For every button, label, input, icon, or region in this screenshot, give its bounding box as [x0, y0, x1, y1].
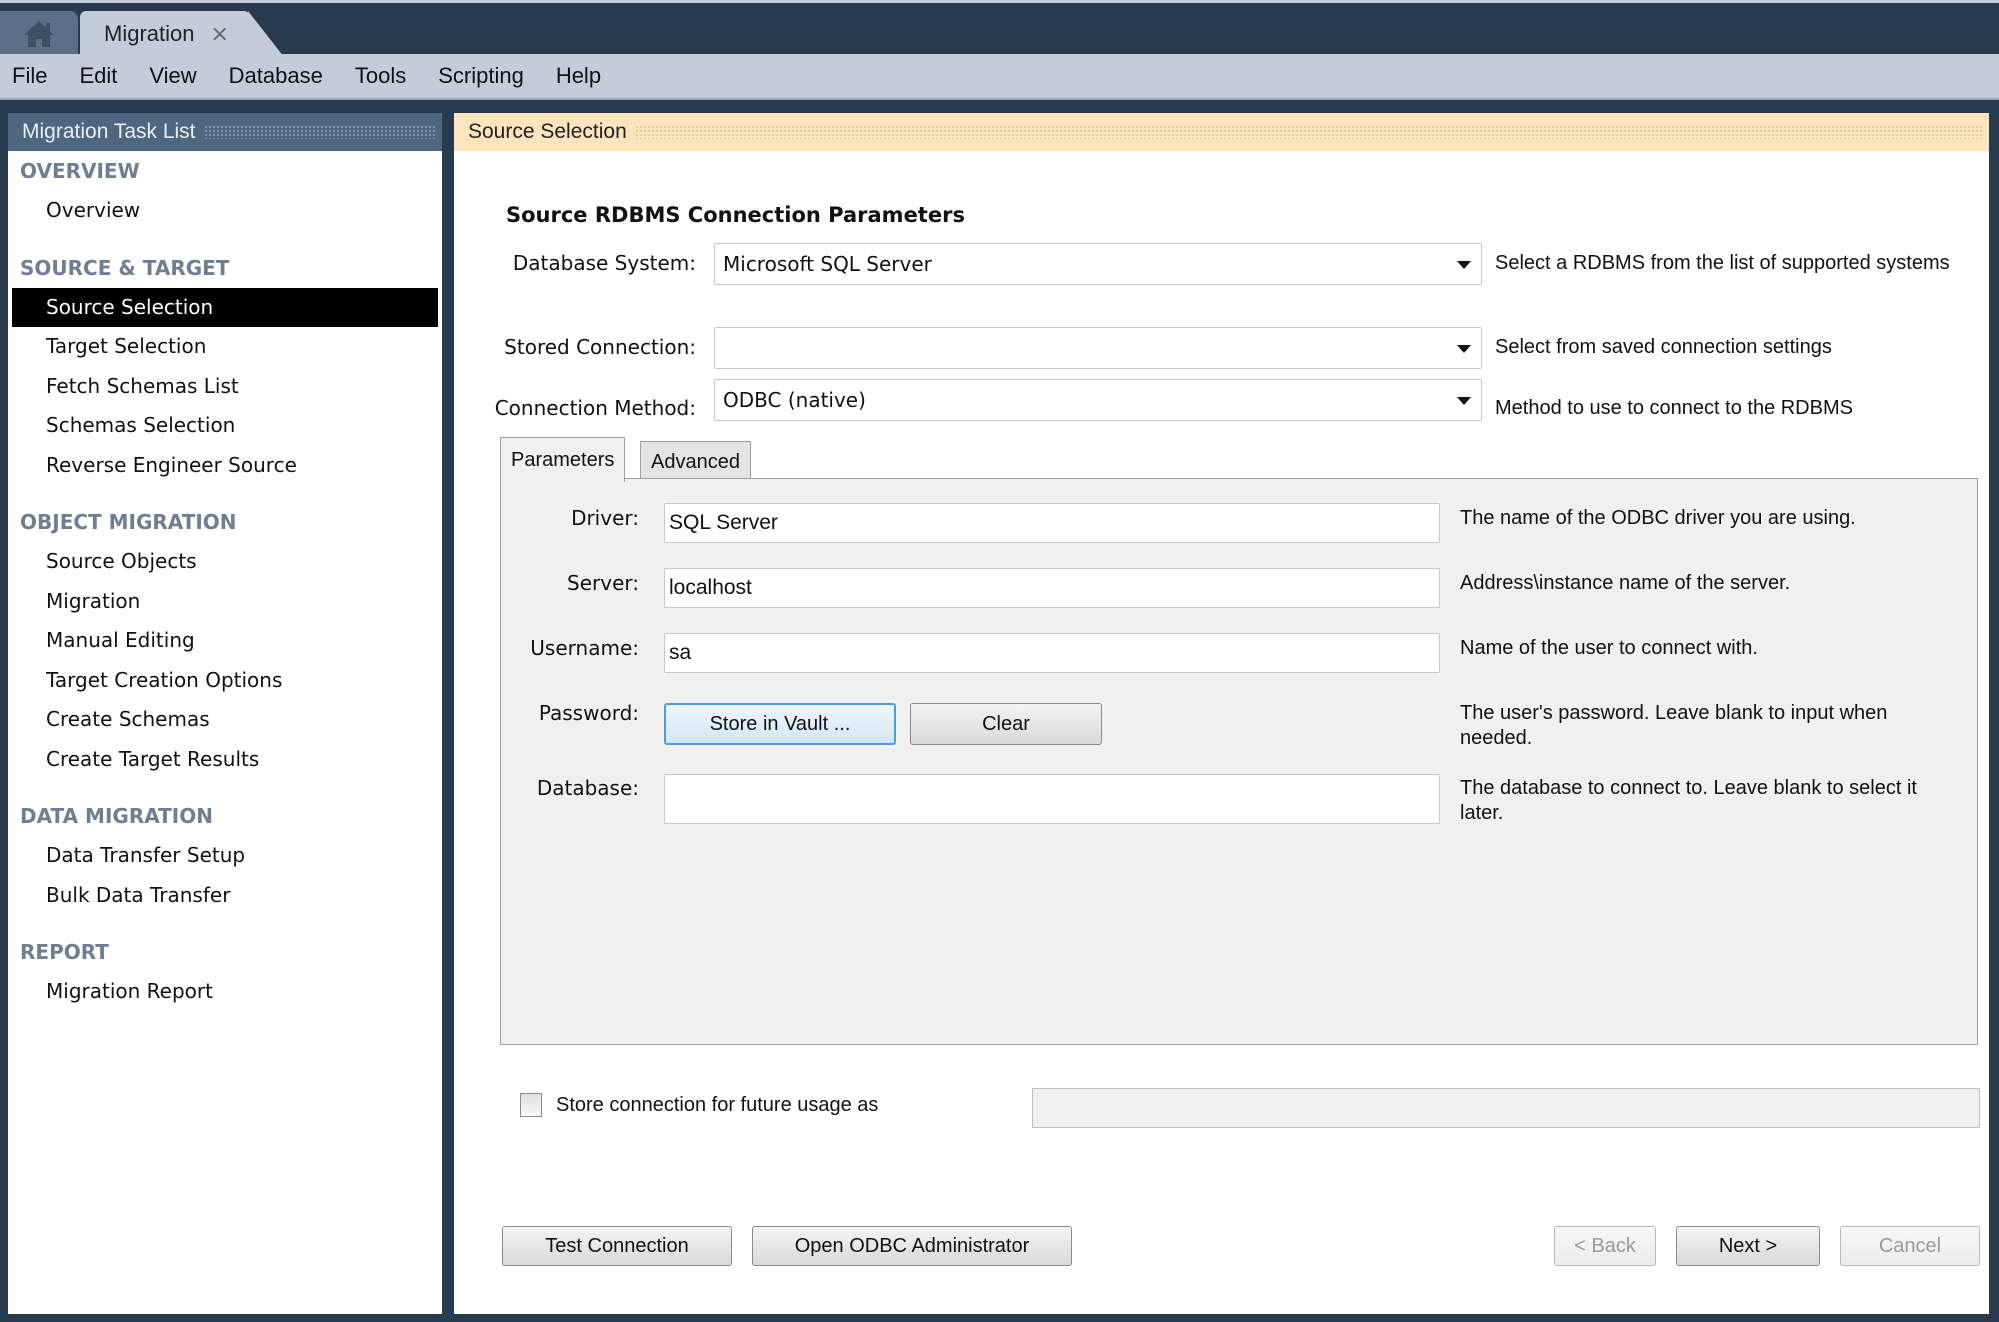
- clear-password-button[interactable]: Clear: [910, 703, 1102, 745]
- task-manual-editing[interactable]: Manual Editing: [8, 621, 442, 661]
- driver-field[interactable]: SQL Server: [664, 503, 1440, 543]
- menu-bar: File Edit View Database Tools Scripting …: [0, 54, 1999, 100]
- section-overview: OVERVIEW: [20, 159, 140, 183]
- connection-method-value: ODBC (native): [723, 388, 866, 412]
- menu-help[interactable]: Help: [556, 63, 601, 89]
- task-fetch-schemas-list[interactable]: Fetch Schemas List: [8, 367, 442, 407]
- section-source-target: SOURCE & TARGET: [20, 255, 230, 280]
- store-connection-checkbox[interactable]: [520, 1093, 542, 1117]
- task-target-creation-options[interactable]: Target Creation Options: [8, 661, 442, 701]
- driver-label: Driver:: [571, 506, 639, 530]
- connection-method-hint: Method to use to connect to the RDBMS: [1495, 397, 1853, 419]
- test-connection-button[interactable]: Test Connection: [502, 1226, 732, 1266]
- server-hint: Address\instance name of the server.: [1460, 572, 1791, 594]
- tab-migration-label: Migration: [104, 21, 195, 46]
- database-field[interactable]: [664, 774, 1440, 824]
- next-button[interactable]: Next >: [1676, 1226, 1820, 1266]
- database-label: Database:: [536, 776, 639, 800]
- username-hint: Name of the user to connect with.: [1460, 637, 1758, 659]
- task-source-objects[interactable]: Source Objects: [8, 542, 442, 582]
- connection-method-select[interactable]: ODBC (native): [714, 379, 1482, 421]
- username-field[interactable]: sa: [664, 633, 1440, 673]
- close-tab-icon[interactable]: ×: [210, 22, 228, 47]
- driver-hint: The name of the ODBC driver you are usin…: [1460, 507, 1856, 529]
- document-tab-strip: Migration ×: [0, 0, 1999, 57]
- open-odbc-administrator-button[interactable]: Open ODBC Administrator: [752, 1226, 1072, 1266]
- task-reverse-engineer-source[interactable]: Reverse Engineer Source: [8, 446, 442, 486]
- parameters-panel: [500, 478, 1978, 1045]
- task-target-selection[interactable]: Target Selection: [8, 327, 442, 367]
- store-connection-label: Store connection for future usage as: [556, 1094, 879, 1116]
- password-label: Password:: [538, 701, 639, 725]
- task-schemas-selection[interactable]: Schemas Selection: [8, 406, 442, 446]
- task-create-target-results[interactable]: Create Target Results: [8, 740, 442, 780]
- section-report: REPORT: [20, 940, 109, 964]
- stored-connection-label: Stored Connection:: [504, 335, 696, 359]
- stored-connection-hint: Select from saved connection settings: [1495, 336, 1832, 358]
- menu-edit[interactable]: Edit: [79, 63, 117, 89]
- menu-database[interactable]: Database: [229, 63, 323, 89]
- task-migration[interactable]: Migration: [8, 582, 442, 622]
- menu-view[interactable]: View: [149, 63, 196, 89]
- menu-tools[interactable]: Tools: [355, 63, 406, 89]
- stored-connection-select[interactable]: [714, 327, 1482, 369]
- tab-advanced[interactable]: Advanced: [640, 441, 751, 483]
- task-list-header: Migration Task List: [8, 113, 442, 151]
- dropdown-arrow-icon: [1457, 345, 1471, 353]
- store-connection-name-field[interactable]: [1032, 1088, 1980, 1128]
- server-field[interactable]: localhost: [664, 568, 1440, 608]
- task-source-selection[interactable]: Source Selection: [12, 287, 438, 327]
- section-object-migration: OBJECT MIGRATION: [20, 510, 237, 534]
- home-icon: [24, 21, 54, 47]
- task-overview[interactable]: Overview: [8, 191, 442, 231]
- source-selection-page: Source Selection Source RDBMS Connection…: [454, 113, 1989, 1314]
- tab-parameters[interactable]: Parameters: [500, 437, 626, 482]
- task-create-schemas[interactable]: Create Schemas: [8, 700, 442, 740]
- password-hint: The user's password. Leave blank to inpu…: [1460, 702, 1888, 749]
- database-hint: The database to connect to. Leave blank …: [1460, 777, 1917, 824]
- header-grip: [634, 125, 1983, 139]
- task-data-transfer-setup[interactable]: Data Transfer Setup: [8, 836, 442, 876]
- home-tab[interactable]: [0, 11, 78, 57]
- task-list-title: Migration Task List: [22, 120, 196, 143]
- dropdown-arrow-icon: [1457, 397, 1471, 405]
- page-title: Source Selection: [468, 120, 627, 143]
- section-data-migration: DATA MIGRATION: [20, 804, 213, 828]
- task-bulk-data-transfer[interactable]: Bulk Data Transfer: [8, 876, 442, 916]
- migration-task-list: Migration Task List OVERVIEW Overview SO…: [8, 113, 442, 1314]
- database-system-hint: Select a RDBMS from the list of supporte…: [1495, 252, 1950, 274]
- server-label: Server:: [567, 571, 639, 595]
- database-system-select[interactable]: Microsoft SQL Server: [714, 243, 1482, 285]
- store-in-vault-button[interactable]: Store in Vault ...: [664, 703, 896, 745]
- cancel-button[interactable]: Cancel: [1840, 1226, 1980, 1266]
- tab-migration[interactable]: Migration ×: [80, 11, 284, 57]
- username-label: Username:: [530, 636, 639, 660]
- dropdown-arrow-icon: [1457, 261, 1471, 269]
- menu-file[interactable]: File: [12, 63, 47, 89]
- menu-scripting[interactable]: Scripting: [438, 63, 524, 89]
- page-header: Source Selection: [454, 113, 1989, 151]
- task-migration-report[interactable]: Migration Report: [8, 972, 442, 1012]
- header-grip: [203, 125, 436, 139]
- connection-method-label: Connection Method:: [494, 396, 696, 420]
- database-system-value: Microsoft SQL Server: [723, 252, 932, 276]
- back-button[interactable]: < Back: [1554, 1226, 1656, 1266]
- section-title: Source RDBMS Connection Parameters: [506, 203, 965, 227]
- database-system-label: Database System:: [512, 251, 696, 275]
